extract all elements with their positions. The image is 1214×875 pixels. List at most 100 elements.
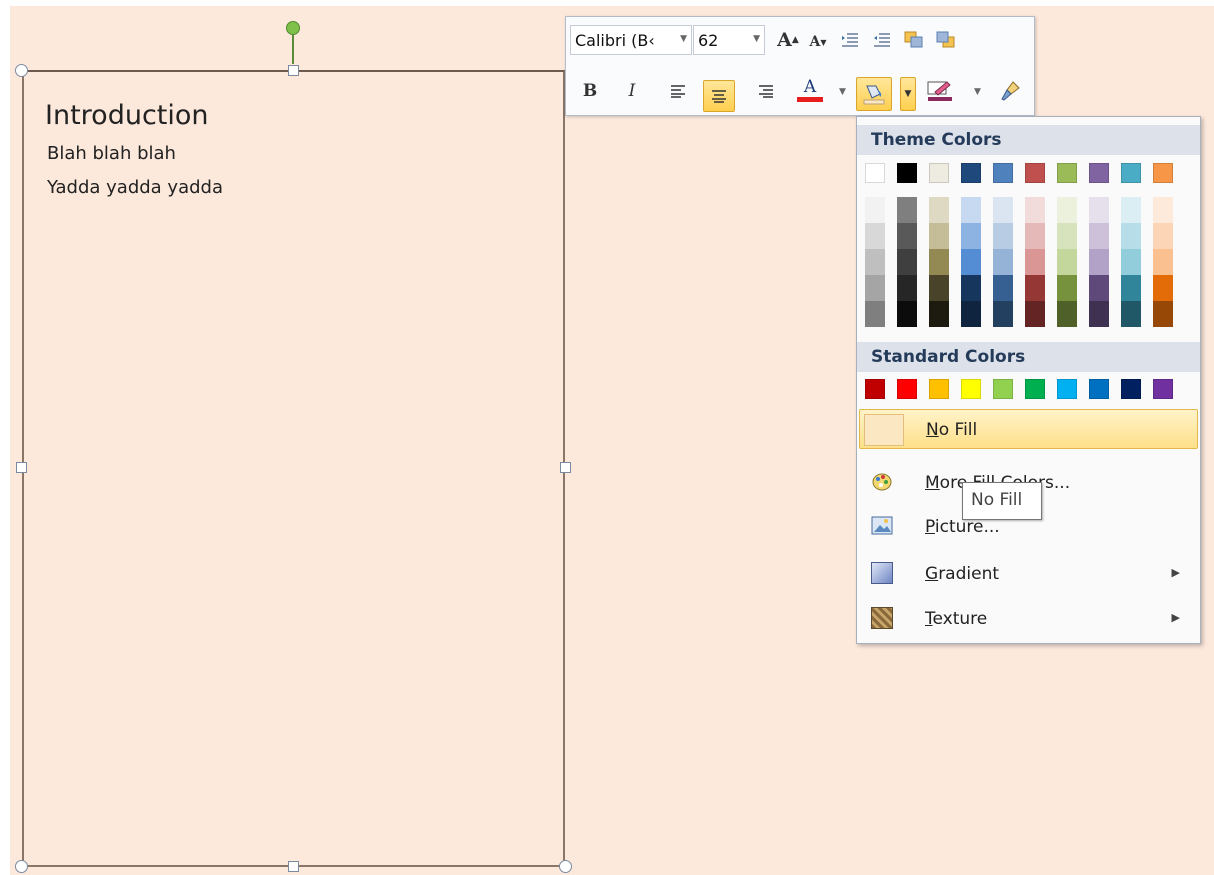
theme-shade-swatch[interactable] — [993, 197, 1013, 223]
theme-shade-swatch[interactable] — [1025, 301, 1045, 327]
resize-handle-bottom[interactable] — [288, 861, 299, 872]
theme-shade-swatch[interactable] — [865, 275, 885, 301]
font-color-icon[interactable]: A — [796, 75, 824, 103]
theme-color-swatch[interactable] — [1153, 163, 1173, 183]
textbox-line-2[interactable]: Yadda yadda yadda — [47, 177, 223, 198]
resize-handle-top[interactable] — [288, 65, 299, 76]
theme-shade-swatch[interactable] — [961, 197, 981, 223]
theme-shade-swatch[interactable] — [993, 275, 1013, 301]
theme-color-swatch[interactable] — [961, 163, 981, 183]
chevron-down-icon[interactable]: ▼ — [753, 34, 760, 44]
theme-shade-swatch[interactable] — [1121, 275, 1141, 301]
textbox-title[interactable]: Introduction — [45, 100, 209, 131]
resize-handle-bottom-right[interactable] — [559, 860, 572, 873]
theme-shade-swatch[interactable] — [961, 275, 981, 301]
fill-color-icon[interactable] — [856, 77, 892, 111]
standard-color-swatch[interactable] — [961, 379, 981, 399]
send-backward-icon[interactable] — [932, 26, 960, 54]
font-size-combo[interactable]: 62 ▼ — [693, 25, 765, 55]
theme-shade-swatch[interactable] — [1089, 249, 1109, 275]
standard-color-swatch[interactable] — [993, 379, 1013, 399]
theme-shade-swatch[interactable] — [961, 249, 981, 275]
theme-color-swatch[interactable] — [1121, 163, 1141, 183]
align-center-icon[interactable] — [703, 80, 735, 112]
standard-color-swatch[interactable] — [897, 379, 917, 399]
standard-color-swatch[interactable] — [929, 379, 949, 399]
theme-shade-swatch[interactable] — [897, 301, 917, 327]
theme-shade-swatch[interactable] — [865, 197, 885, 223]
theme-color-swatch[interactable] — [993, 163, 1013, 183]
theme-shade-swatch[interactable] — [961, 223, 981, 249]
theme-shade-swatch[interactable] — [993, 223, 1013, 249]
theme-shade-swatch[interactable] — [929, 197, 949, 223]
standard-color-swatch[interactable] — [1025, 379, 1045, 399]
format-painter-icon[interactable] — [996, 77, 1024, 105]
theme-shade-swatch[interactable] — [1057, 249, 1077, 275]
align-right-icon[interactable] — [752, 77, 780, 105]
theme-color-swatch[interactable] — [865, 163, 885, 183]
theme-shade-swatch[interactable] — [1089, 275, 1109, 301]
theme-shade-swatch[interactable] — [1089, 197, 1109, 223]
decrease-indent-icon[interactable] — [836, 26, 864, 54]
theme-shade-swatch[interactable] — [1121, 223, 1141, 249]
theme-shade-swatch[interactable] — [1025, 249, 1045, 275]
theme-shade-swatch[interactable] — [865, 301, 885, 327]
standard-color-swatch[interactable] — [1089, 379, 1109, 399]
theme-shade-swatch[interactable] — [961, 301, 981, 327]
theme-shade-swatch[interactable] — [897, 275, 917, 301]
theme-shade-swatch[interactable] — [865, 223, 885, 249]
theme-shade-swatch[interactable] — [1121, 301, 1141, 327]
theme-shade-swatch[interactable] — [1057, 301, 1077, 327]
resize-handle-top-left[interactable] — [15, 64, 28, 77]
theme-shade-swatch[interactable] — [1089, 223, 1109, 249]
resize-handle-right[interactable] — [560, 462, 571, 473]
theme-shade-swatch[interactable] — [929, 223, 949, 249]
standard-color-swatch[interactable] — [1153, 379, 1173, 399]
align-left-icon[interactable] — [664, 77, 692, 105]
theme-shade-swatch[interactable] — [929, 275, 949, 301]
theme-color-swatch[interactable] — [929, 163, 949, 183]
theme-shade-swatch[interactable] — [1153, 301, 1173, 327]
theme-shade-swatch[interactable] — [929, 249, 949, 275]
theme-shade-swatch[interactable] — [1025, 197, 1045, 223]
resize-handle-bottom-left[interactable] — [15, 860, 28, 873]
theme-shade-swatch[interactable] — [1025, 275, 1045, 301]
chevron-down-icon[interactable]: ▼ — [974, 87, 981, 97]
fill-color-dropdown[interactable]: ▼ — [900, 77, 916, 111]
theme-shade-swatch[interactable] — [1121, 197, 1141, 223]
shrink-font-icon[interactable]: A ▼ — [804, 28, 832, 56]
theme-shade-swatch[interactable] — [897, 197, 917, 223]
bold-button[interactable]: B — [576, 77, 604, 105]
standard-color-swatch[interactable] — [1121, 379, 1141, 399]
theme-shade-swatch[interactable] — [1121, 249, 1141, 275]
italic-button[interactable]: I — [618, 77, 646, 105]
theme-color-swatch[interactable] — [1025, 163, 1045, 183]
resize-handle-left[interactable] — [16, 462, 27, 473]
increase-indent-icon[interactable] — [868, 26, 896, 54]
bring-forward-icon[interactable] — [900, 26, 928, 54]
theme-color-swatch[interactable] — [897, 163, 917, 183]
theme-shade-swatch[interactable] — [1057, 223, 1077, 249]
theme-shade-swatch[interactable] — [993, 301, 1013, 327]
textbox-line-1[interactable]: Blah blah blah — [47, 143, 176, 164]
theme-shade-swatch[interactable] — [1153, 275, 1173, 301]
theme-shade-swatch[interactable] — [1057, 275, 1077, 301]
theme-shade-swatch[interactable] — [993, 249, 1013, 275]
theme-shade-swatch[interactable] — [929, 301, 949, 327]
theme-shade-swatch[interactable] — [1153, 223, 1173, 249]
chevron-down-icon[interactable]: ▼ — [680, 34, 687, 44]
theme-shade-swatch[interactable] — [897, 249, 917, 275]
theme-shade-swatch[interactable] — [1089, 301, 1109, 327]
font-name-combo[interactable]: Calibri (B‹ ▼ — [570, 25, 692, 55]
standard-color-swatch[interactable] — [865, 379, 885, 399]
theme-shade-swatch[interactable] — [1025, 223, 1045, 249]
outline-color-icon[interactable] — [926, 77, 954, 105]
no-fill-menu-item[interactable]: No Fill — [859, 409, 1198, 449]
standard-color-swatch[interactable] — [1057, 379, 1077, 399]
theme-shade-swatch[interactable] — [897, 223, 917, 249]
theme-shade-swatch[interactable] — [865, 249, 885, 275]
rotation-handle[interactable] — [286, 21, 300, 35]
theme-shade-swatch[interactable] — [1153, 249, 1173, 275]
theme-color-swatch[interactable] — [1057, 163, 1077, 183]
texture-menu-item[interactable]: Texture ▶ — [859, 599, 1198, 639]
